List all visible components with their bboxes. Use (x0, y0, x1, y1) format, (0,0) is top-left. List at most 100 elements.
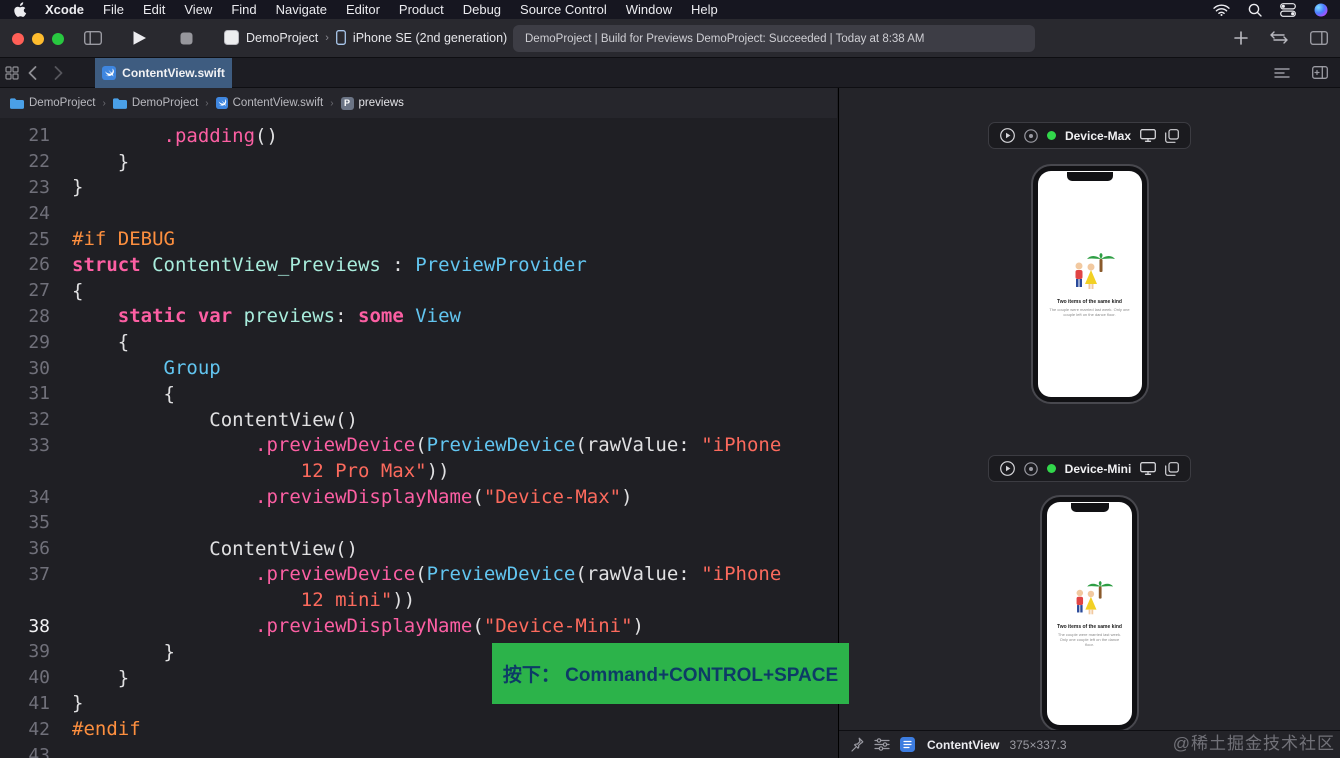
live-preview-button[interactable] (1000, 128, 1015, 143)
tab-contentview-swift[interactable]: ContentView.swift (95, 58, 232, 88)
code-line[interactable]: 34 .previewDisplayName("Device-Max") (0, 484, 837, 510)
menu-window[interactable]: Window (626, 2, 672, 17)
search-icon[interactable] (1248, 3, 1262, 17)
line-number[interactable]: 36 (0, 538, 50, 559)
line-number[interactable]: 25 (0, 229, 50, 250)
code-line[interactable]: 24 (0, 200, 837, 226)
line-number[interactable]: 32 (0, 409, 50, 430)
code-line[interactable]: 12 mini")) (0, 587, 837, 613)
menu-product[interactable]: Product (399, 2, 444, 17)
wifi-icon[interactable] (1213, 3, 1230, 16)
stop-button[interactable] (180, 32, 193, 45)
iphone-preview-device-mini[interactable]: Two items of the same kind The couple we… (1040, 495, 1139, 732)
toggle-inspector-icon[interactable] (1310, 31, 1328, 45)
control-center-icon[interactable] (1280, 2, 1296, 17)
breadcrumb-group[interactable]: DemoProject (112, 97, 198, 109)
code-line[interactable]: 25 #if DEBUG (0, 226, 837, 252)
line-number[interactable]: 42 (0, 719, 50, 740)
inspect-preview-button[interactable] (1024, 128, 1038, 143)
tab-overview-icon[interactable] (5, 66, 19, 80)
zoom-window-button[interactable] (52, 33, 64, 45)
scheme-selector[interactable]: DemoProject › iPhone SE (2nd generation) (224, 30, 507, 45)
code-line[interactable]: 36 ContentView() (0, 536, 837, 562)
code-line[interactable]: 23} (0, 175, 837, 201)
duplicate-preview-button[interactable] (1165, 128, 1179, 143)
shortcut-overlay-text: 按下： Command+CONTROL+SPACE (502, 665, 839, 686)
add-editor-icon[interactable] (1312, 66, 1328, 79)
code-line[interactable]: 33 .previewDevice(PreviewDevice(rawValue… (0, 433, 837, 459)
editor-options-icon[interactable] (1274, 67, 1290, 79)
folder-icon (112, 97, 127, 109)
forward-chevron-icon[interactable] (54, 66, 63, 80)
code-line[interactable]: 22 } (0, 149, 837, 175)
duplicate-preview-button[interactable] (1165, 461, 1180, 476)
line-number[interactable]: 31 (0, 383, 50, 404)
code-line[interactable]: 32 ContentView() (0, 407, 837, 433)
line-number[interactable]: 24 (0, 203, 50, 224)
siri-icon[interactable] (1314, 3, 1328, 17)
canvas-settings-icon[interactable] (874, 738, 890, 751)
close-window-button[interactable] (12, 33, 24, 45)
line-number[interactable]: 30 (0, 358, 50, 379)
code-line[interactable]: 42 #endif (0, 716, 837, 742)
line-number[interactable]: 41 (0, 693, 50, 714)
menu-xcode[interactable]: Xcode (45, 2, 84, 17)
line-number[interactable]: 38 (0, 616, 50, 637)
run-button[interactable] (132, 30, 147, 46)
line-number[interactable]: 22 (0, 151, 50, 172)
menu-source-control[interactable]: Source Control (520, 2, 607, 17)
menu-debug[interactable]: Debug (463, 2, 501, 17)
code-line[interactable]: 35 (0, 510, 837, 536)
menu-navigate[interactable]: Navigate (276, 2, 327, 17)
line-number[interactable]: 23 (0, 177, 50, 198)
line-number[interactable]: 39 (0, 641, 50, 662)
code-line[interactable]: 27{ (0, 278, 837, 304)
line-number[interactable]: 34 (0, 487, 50, 508)
code-line[interactable]: 26 struct ContentView_Previews : PreviewP… (0, 252, 837, 278)
code-line[interactable]: 37 .previewDevice(PreviewDevice(rawValue… (0, 562, 837, 588)
breadcrumb-project[interactable]: DemoProject (10, 97, 95, 109)
code-line[interactable]: 29 { (0, 329, 837, 355)
preview-illustration (1076, 580, 1113, 615)
line-number[interactable]: 40 (0, 667, 50, 688)
code-line[interactable]: 38 .previewDisplayName("Device-Mini") (0, 613, 837, 639)
inspect-preview-button[interactable] (1023, 461, 1038, 476)
line-number[interactable]: 33 (0, 435, 50, 456)
back-chevron-icon[interactable] (28, 66, 37, 80)
menu-file[interactable]: File (103, 2, 124, 17)
preview-on-device-button[interactable] (1140, 129, 1156, 142)
line-number[interactable]: 27 (0, 280, 50, 301)
menu-find[interactable]: Find (231, 2, 256, 17)
code-line[interactable]: 43 (0, 742, 837, 758)
line-number[interactable]: 43 (0, 745, 50, 758)
activity-status[interactable]: DemoProject | Build for Previews DemoPro… (513, 25, 1035, 52)
minimize-window-button[interactable] (32, 33, 44, 45)
iphone-preview-device-max[interactable]: Two items of the same kind The couple we… (1030, 164, 1149, 404)
line-number[interactable]: 35 (0, 512, 50, 533)
line-number[interactable]: 29 (0, 332, 50, 353)
code-line[interactable]: 12 Pro Max")) (0, 458, 837, 484)
version-editor-icon[interactable] (1270, 31, 1288, 44)
pin-preview-icon[interactable] (851, 737, 864, 752)
apple-menu-icon[interactable] (14, 2, 27, 17)
code-line[interactable]: 30 Group (0, 355, 837, 381)
menu-view[interactable]: View (184, 2, 212, 17)
preview-on-device-button[interactable] (1140, 462, 1157, 475)
line-number[interactable]: 37 (0, 564, 50, 585)
preview-file-name[interactable]: ContentView (927, 738, 999, 752)
add-item-icon[interactable] (1234, 31, 1248, 45)
menu-edit[interactable]: Edit (143, 2, 165, 17)
code-line[interactable]: 28 static var previews: some View (0, 304, 837, 330)
code-line[interactable]: 21 .padding() (0, 123, 837, 149)
line-number[interactable]: 26 (0, 254, 50, 275)
line-number[interactable]: 28 (0, 306, 50, 327)
jump-bar: DemoProject › DemoProject › ContentView.… (0, 88, 837, 118)
breadcrumb-file[interactable]: ContentView.swift (215, 97, 323, 109)
breadcrumb-symbol[interactable]: P previews (340, 96, 404, 110)
live-preview-button[interactable] (999, 461, 1015, 476)
line-number[interactable]: 21 (0, 125, 50, 146)
menu-help[interactable]: Help (691, 2, 718, 17)
menu-editor[interactable]: Editor (346, 2, 380, 17)
code-line[interactable]: 31 { (0, 381, 837, 407)
toggle-navigator-icon[interactable] (84, 31, 102, 45)
